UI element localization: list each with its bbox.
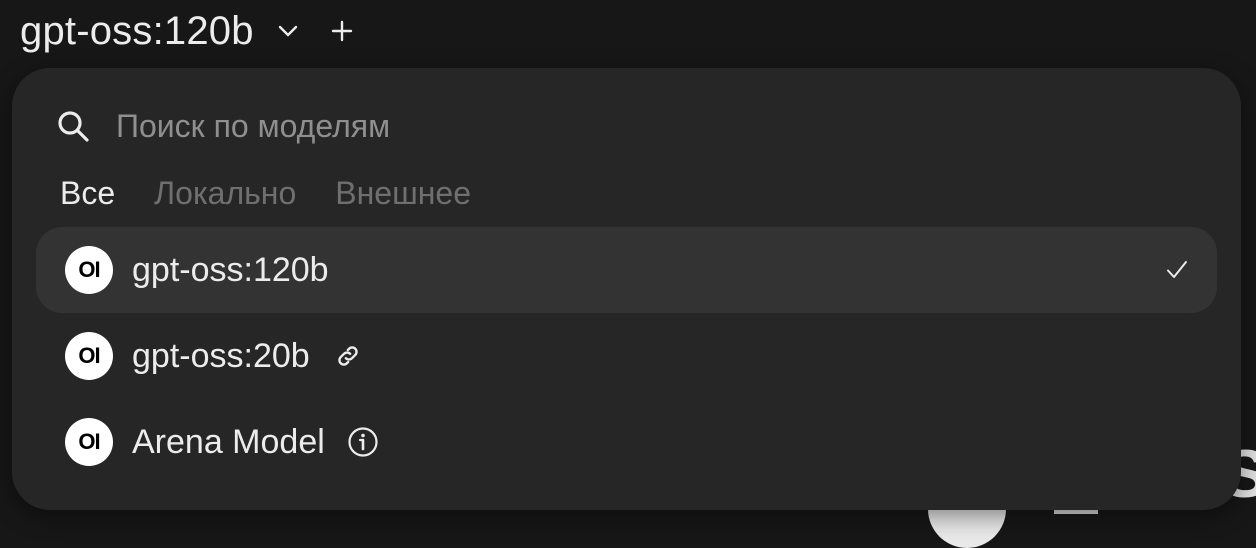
tab-external[interactable]: Внешнее — [335, 175, 471, 212]
link-icon[interactable] — [332, 340, 364, 372]
plus-icon[interactable] — [330, 19, 354, 43]
model-label: gpt-oss:20b — [132, 336, 310, 375]
tab-all[interactable]: Все — [60, 175, 115, 212]
check-icon — [1163, 256, 1191, 284]
model-dropdown: Все Локально Внешнее OI gpt-oss:120b OI … — [12, 68, 1241, 510]
model-selector-header: gpt-oss:120b — [20, 6, 354, 56]
model-search — [56, 104, 816, 148]
model-list: OI gpt-oss:120b OI gpt-oss:20b OI Arena … — [36, 227, 1217, 485]
model-logo: OI — [65, 246, 113, 294]
info-icon[interactable] — [347, 426, 379, 458]
model-label: gpt-oss:120b — [132, 250, 329, 289]
model-item-gpt-oss-120b[interactable]: OI gpt-oss:120b — [36, 227, 1217, 313]
chevron-down-icon[interactable] — [276, 19, 300, 43]
search-icon — [56, 109, 90, 143]
model-item-arena-model[interactable]: OI Arena Model — [36, 399, 1217, 485]
model-logo: OI — [65, 418, 113, 466]
current-model-title[interactable]: gpt-oss:120b — [20, 9, 254, 54]
model-filter-tabs: Все Локально Внешнее — [60, 171, 510, 215]
model-item-gpt-oss-20b[interactable]: OI gpt-oss:20b — [36, 313, 1217, 399]
search-input[interactable] — [116, 107, 816, 145]
model-label: Arena Model — [132, 422, 325, 461]
model-logo: OI — [65, 332, 113, 380]
tab-local[interactable]: Локально — [154, 175, 296, 212]
